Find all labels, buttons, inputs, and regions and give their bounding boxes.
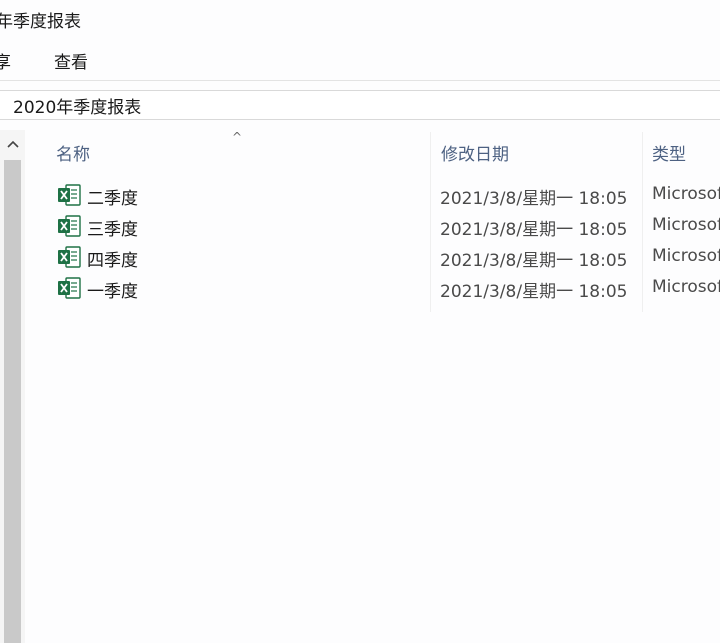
file-name: 四季度 bbox=[87, 251, 138, 271]
file-date-modified: 2021/3/8/星期一 18:05 bbox=[440, 220, 628, 240]
ribbon-tab-view[interactable]: 查看 bbox=[54, 48, 88, 73]
excel-file-icon bbox=[58, 215, 81, 237]
vertical-scrollbar[interactable] bbox=[0, 130, 25, 643]
sort-ascending-icon: ^ bbox=[232, 130, 243, 144]
ribbon: 享 查看 bbox=[0, 40, 720, 80]
address-path[interactable]: 2020年季度报表 bbox=[13, 93, 141, 118]
file-row[interactable]: 四季度 2021/3/8/星期一 18:05 Microsoft bbox=[50, 242, 720, 271]
column-header-type[interactable]: 类型 bbox=[652, 140, 686, 165]
file-date-modified: 2021/3/8/星期一 18:05 bbox=[440, 189, 628, 209]
excel-file-icon bbox=[58, 184, 81, 206]
file-date-modified: 2021/3/8/星期一 18:05 bbox=[440, 251, 628, 271]
file-row[interactable]: 二季度 2021/3/8/星期一 18:05 Microsoft bbox=[50, 180, 720, 209]
file-type: Microsoft bbox=[652, 215, 720, 235]
file-date-modified: 2021/3/8/星期一 18:05 bbox=[440, 282, 628, 302]
file-name: 三季度 bbox=[87, 220, 138, 240]
excel-file-icon bbox=[58, 277, 81, 299]
file-row[interactable]: 三季度 2021/3/8/星期一 18:05 Microsoft bbox=[50, 211, 720, 240]
file-name: 一季度 bbox=[87, 282, 138, 302]
file-type: Microsoft bbox=[652, 184, 720, 204]
column-header-date-modified[interactable]: 修改日期 bbox=[441, 140, 509, 165]
file-type: Microsoft bbox=[652, 277, 720, 297]
excel-file-icon bbox=[58, 246, 81, 268]
window-title: 年季度报表 bbox=[0, 12, 81, 32]
address-bar[interactable]: 2020年季度报表 bbox=[0, 90, 720, 120]
file-type: Microsoft bbox=[652, 246, 720, 266]
file-row[interactable]: 一季度 2021/3/8/星期一 18:05 Microsoft bbox=[50, 273, 720, 302]
ribbon-tab-share[interactable]: 享 bbox=[0, 48, 11, 73]
ribbon-divider bbox=[0, 80, 720, 81]
column-header-name[interactable]: 名称 bbox=[56, 140, 90, 165]
scrollbar-thumb[interactable] bbox=[4, 160, 21, 643]
chevron-up-icon[interactable] bbox=[0, 130, 25, 158]
file-list-pane: ^ 名称 修改日期 类型 二季度 2021/3/8/星期一 18:05 Micr… bbox=[0, 130, 720, 643]
title-bar: 年季度报表 bbox=[0, 0, 720, 38]
file-name: 二季度 bbox=[87, 189, 138, 209]
